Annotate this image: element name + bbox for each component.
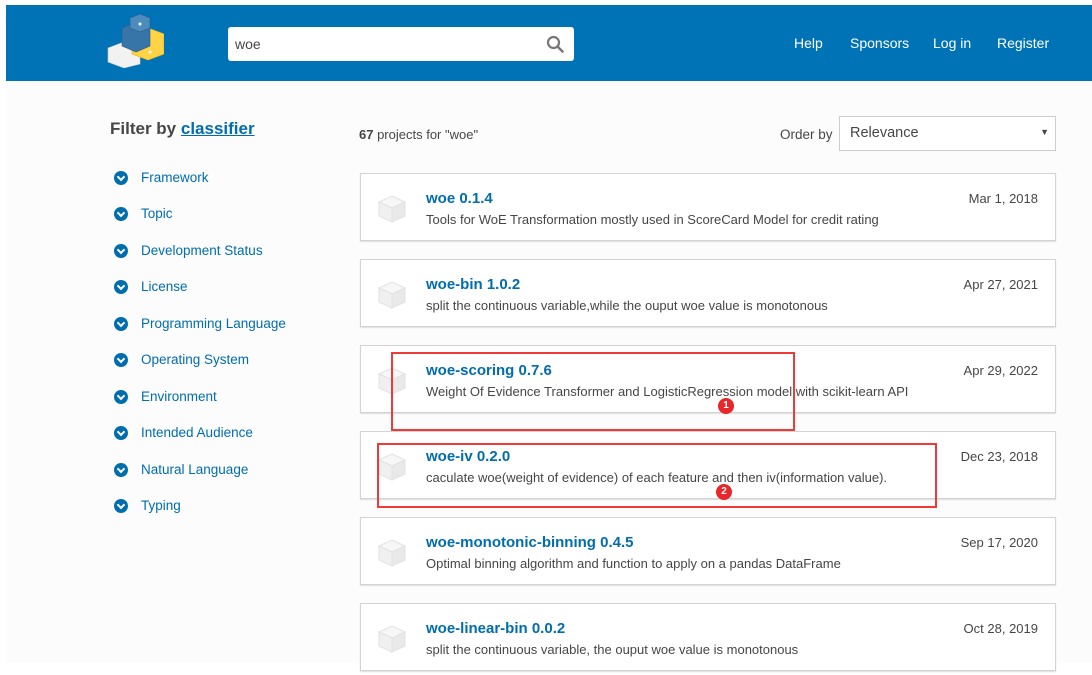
- classifier-link[interactable]: classifier: [181, 119, 255, 138]
- classifier-label: Framework: [141, 170, 209, 185]
- classifier-label: Development Status: [141, 243, 263, 258]
- chevron-down-icon: [114, 170, 128, 185]
- nav-login[interactable]: Log in: [933, 35, 971, 51]
- package-card[interactable]: woe-linear-bin 0.0.2 split the continuou…: [360, 603, 1056, 671]
- order-by-label: Order by: [780, 127, 833, 142]
- annotation-box-2: [377, 443, 937, 508]
- package-description: split the continuous variable,while the …: [426, 298, 828, 313]
- filter-title-prefix: Filter by: [110, 119, 177, 138]
- package-date: Apr 27, 2021: [963, 277, 1038, 292]
- package-name-link[interactable]: woe 0.1.4: [426, 190, 493, 207]
- classifier-programming-language[interactable]: Programming Language: [114, 316, 286, 331]
- annotation-badge-1: 1: [718, 398, 734, 414]
- classifier-label: License: [141, 279, 188, 294]
- package-date: Mar 1, 2018: [968, 191, 1038, 206]
- classifier-topic[interactable]: Topic: [114, 206, 173, 221]
- classifier-label: Intended Audience: [141, 425, 253, 440]
- chevron-down-icon: [114, 206, 128, 221]
- classifier-label: Topic: [141, 206, 173, 221]
- classifier-natural-language[interactable]: Natural Language: [114, 462, 248, 477]
- package-cube-icon: [377, 281, 407, 309]
- chevron-down-icon: [114, 389, 128, 404]
- nav-register[interactable]: Register: [997, 35, 1049, 51]
- package-card[interactable]: woe-bin 1.0.2 split the continuous varia…: [360, 259, 1056, 327]
- chevron-down-icon: [114, 425, 128, 440]
- package-name-link[interactable]: woe-bin 1.0.2: [426, 276, 520, 293]
- package-cube-icon: [377, 625, 407, 653]
- classifier-framework[interactable]: Framework: [114, 170, 209, 185]
- package-card[interactable]: woe-monotonic-binning 0.4.5 Optimal binn…: [360, 517, 1056, 585]
- package-cube-icon: [377, 539, 407, 567]
- results-count: 67 projects for "woe": [359, 127, 478, 142]
- order-by-value: Relevance: [850, 125, 919, 141]
- classifier-label: Natural Language: [141, 462, 249, 477]
- package-date: Sep 17, 2020: [960, 535, 1038, 550]
- order-by-select[interactable]: Relevance ▼: [839, 116, 1056, 151]
- classifier-label: Programming Language: [141, 316, 286, 331]
- count-number: 67: [359, 127, 374, 142]
- classifier-operating-system[interactable]: Operating System: [114, 352, 249, 367]
- chevron-down-icon: [114, 316, 128, 331]
- search-input[interactable]: [228, 27, 574, 61]
- package-date: Apr 29, 2022: [963, 363, 1038, 378]
- package-name-link[interactable]: woe-monotonic-binning 0.4.5: [426, 534, 634, 551]
- package-card[interactable]: woe 0.1.4 Tools for WoE Transformation m…: [360, 173, 1056, 241]
- package-description: Optimal binning algorithm and function t…: [426, 556, 841, 571]
- chevron-down-icon: [114, 352, 128, 367]
- pypi-logo[interactable]: [104, 14, 164, 68]
- package-date: Dec 23, 2018: [960, 449, 1038, 464]
- package-description: Tools for WoE Transformation mostly used…: [426, 212, 879, 227]
- package-cube-icon: [377, 195, 407, 223]
- classifier-environment[interactable]: Environment: [114, 389, 217, 404]
- filter-title: Filter by classifier: [110, 119, 255, 139]
- chevron-down-icon: [114, 462, 128, 477]
- package-date: Oct 28, 2019: [963, 621, 1038, 636]
- classifier-license[interactable]: License: [114, 279, 188, 294]
- count-suffix: projects for "woe": [373, 127, 479, 142]
- annotation-badge-2: 2: [716, 484, 732, 500]
- chevron-down-icon: [114, 279, 128, 294]
- annotation-box-1: [391, 352, 795, 431]
- chevron-down-icon: [114, 498, 128, 513]
- classifier-label: Typing: [141, 498, 181, 513]
- classifier-development-status[interactable]: Development Status: [114, 243, 263, 258]
- package-name-link[interactable]: woe-linear-bin 0.0.2: [426, 620, 565, 637]
- search-icon[interactable]: [546, 35, 564, 53]
- classifier-intended-audience[interactable]: Intended Audience: [114, 425, 253, 440]
- chevron-down-icon: [114, 243, 128, 258]
- nav-sponsors[interactable]: Sponsors: [850, 35, 909, 51]
- classifier-label: Operating System: [141, 352, 250, 367]
- classifier-label: Environment: [141, 389, 217, 404]
- nav-help[interactable]: Help: [794, 35, 823, 51]
- package-description: split the continuous variable, the ouput…: [426, 642, 799, 657]
- dropdown-arrow-icon: ▼: [1040, 127, 1049, 137]
- classifier-typing[interactable]: Typing: [114, 498, 181, 513]
